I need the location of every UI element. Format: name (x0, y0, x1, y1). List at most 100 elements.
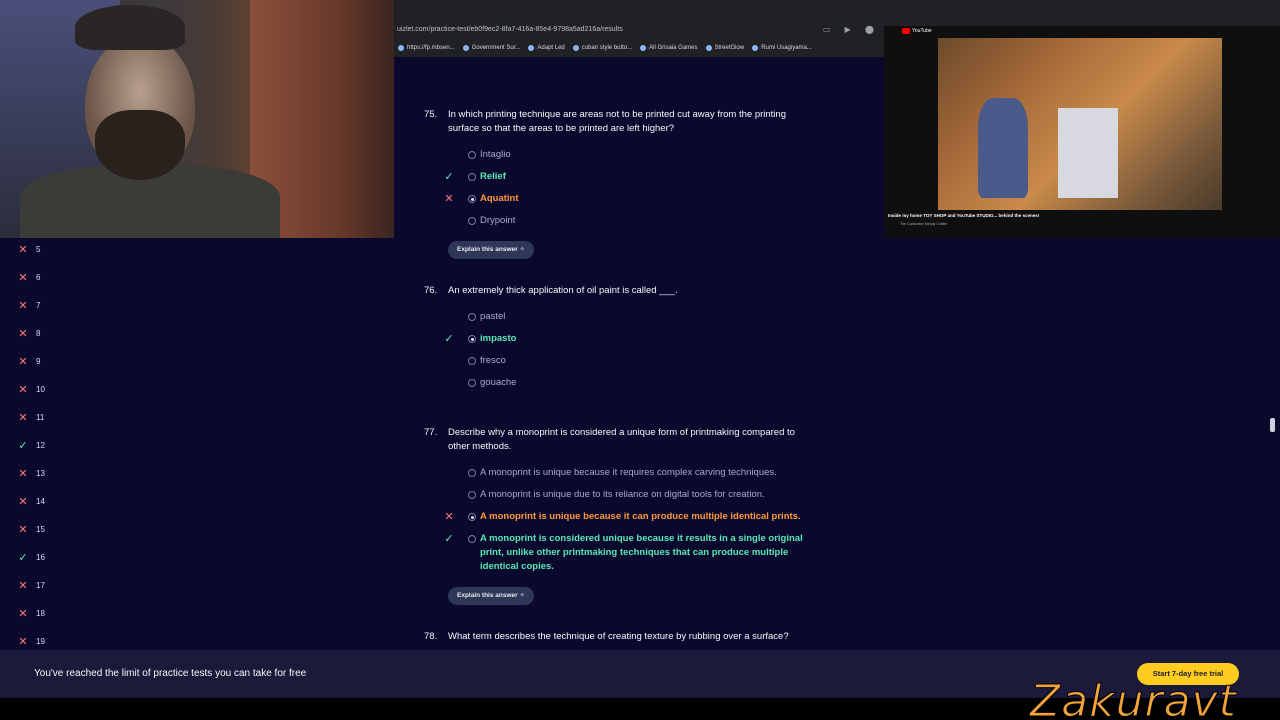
sidebar-question-11[interactable]: ✕ 11 (18, 410, 78, 424)
video-overlay: YouTube Inside my home TOY SHOP and YouT… (884, 0, 1280, 238)
bookmark-item[interactable]: StreetGlow (705, 45, 744, 51)
radio-icon (468, 535, 476, 543)
globe-icon (462, 45, 469, 51)
globe-icon (398, 45, 404, 51)
question-76: 76. An extremely thick application of oi… (424, 284, 824, 388)
sidebar-question-number: 16 (36, 552, 45, 562)
check-icon: ✓ (18, 439, 28, 452)
bookmark-item[interactable]: https://fp.mbsen... (398, 45, 455, 51)
sidebar-question-number: 12 (36, 440, 45, 450)
bookmark-item[interactable]: cuban style butto... (572, 45, 632, 51)
address-bar[interactable]: uizlet.com/practice-test/eb0f9ec2-8fa7-4… (394, 22, 884, 38)
explain-answer-button[interactable]: Explain this answer ✧ (448, 241, 534, 259)
streamer-watermark: Zakuravt (1030, 676, 1237, 720)
explain-answer-button[interactable]: Explain this answer ✧ (448, 587, 534, 605)
check-icon: ✓ (444, 533, 454, 545)
radio-icon (468, 217, 476, 225)
sidebar-question-number: 17 (36, 580, 45, 590)
sidebar-question-number: 9 (36, 356, 41, 366)
question-number: 77. (424, 427, 438, 438)
question-text: Describe why a monoprint is considered a… (448, 427, 795, 452)
radio-icon (468, 173, 476, 181)
sidebar-question-16[interactable]: ✓ 16 (18, 550, 78, 564)
sidebar-question-number: 8 (36, 328, 41, 338)
sidebar-question-12[interactable]: ✓ 12 (18, 438, 78, 452)
question-text: In which printing technique are areas no… (448, 109, 786, 134)
x-icon: ✕ (18, 495, 28, 508)
check-icon: ✓ (444, 333, 454, 345)
sidebar-question-number: 5 (36, 244, 41, 254)
radio-selected-icon (468, 335, 476, 343)
video-player[interactable] (938, 38, 1222, 210)
youtube-logo[interactable]: YouTube (902, 28, 932, 34)
sidebar-question-17[interactable]: ✕ 17 (18, 578, 78, 592)
webcam-overlay (0, 0, 394, 238)
bookmark-item[interactable]: All Grisaia Games (640, 45, 698, 51)
question-number: 75. (424, 109, 438, 120)
globe-icon (640, 45, 647, 51)
question-77: 77. Describe why a monoprint is consider… (424, 426, 824, 605)
sidebar-question-13[interactable]: ✕ 13 (18, 466, 78, 480)
sidebar-question-14[interactable]: ✕ 14 (18, 494, 78, 508)
sidebar-question-number: 13 (36, 468, 45, 478)
radio-icon (468, 491, 476, 499)
globe-icon (528, 45, 535, 51)
question-75: 75. In which printing technique are area… (424, 108, 824, 259)
sidebar-question-5[interactable]: ✕ 5 (18, 242, 78, 256)
video-channel[interactable]: The Corkscrew Steady Crafter (900, 222, 947, 226)
x-icon: ✕ (18, 327, 28, 340)
radio-selected-icon (468, 195, 476, 203)
scrollbar-thumb[interactable] (1270, 418, 1275, 432)
x-icon: ✕ (18, 243, 28, 256)
bookmark-item[interactable]: Rumi Usagiyama... (752, 45, 812, 51)
bookmark-item[interactable]: Government Sur... (462, 45, 520, 51)
x-icon: ✕ (18, 467, 28, 480)
x-icon: ✕ (18, 299, 28, 312)
sidebar-question-6[interactable]: ✕ 6 (18, 270, 78, 284)
sidebar-question-number: 6 (36, 272, 41, 282)
sidebar-question-7[interactable]: ✕ 7 (18, 298, 78, 312)
question-text: What term describes the technique of cre… (448, 631, 789, 642)
question-78: 78. What term describes the technique of… (424, 630, 824, 644)
x-icon: ✕ (18, 523, 28, 536)
radio-icon (468, 379, 476, 387)
sidebar-question-number: 15 (36, 524, 45, 534)
sidebar-question-8[interactable]: ✕ 8 (18, 326, 78, 340)
x-icon: ✕ (18, 355, 28, 368)
sidebar-question-18[interactable]: ✕ 18 (18, 606, 78, 620)
x-icon: ✕ (18, 383, 28, 396)
x-icon: ✕ (18, 635, 28, 648)
x-icon: ✕ (18, 579, 28, 592)
sparkle-icon: ✧ (519, 246, 525, 253)
bookmarks-bar: https://fp.mbsen... Government Sur... Ad… (394, 40, 884, 56)
sidebar-question-10[interactable]: ✕ 10 (18, 382, 78, 396)
bookmark-item[interactable]: Adapt Led (528, 45, 565, 51)
x-icon: ✕ (18, 607, 28, 620)
banner-text: You've reached the limit of practice tes… (34, 668, 307, 679)
globe-icon (705, 45, 712, 51)
check-icon: ✓ (444, 171, 454, 183)
url-text: uizlet.com/practice-test/eb0f9ec2-8fa7-4… (397, 26, 623, 33)
sidebar-question-number: 7 (36, 300, 41, 310)
globe-icon (752, 45, 759, 51)
x-icon: ✕ (18, 271, 28, 284)
sidebar-question-15[interactable]: ✕ 15 (18, 522, 78, 536)
radio-icon (468, 357, 476, 365)
radio-selected-icon (468, 513, 476, 521)
sidebar-question-9[interactable]: ✕ 9 (18, 354, 78, 368)
browser-action-icons[interactable]: ▭ ▶ ⬤ (823, 22, 880, 38)
x-icon: ✕ (18, 411, 28, 424)
sidebar-question-19[interactable]: ✕ 19 (18, 634, 78, 648)
radio-icon (468, 469, 476, 477)
sidebar-question-number: 10 (36, 384, 45, 394)
sidebar-question-number: 14 (36, 496, 45, 506)
sparkle-icon: ✧ (519, 592, 525, 599)
video-browser-bar (884, 0, 1280, 26)
question-text: An extremely thick application of oil pa… (448, 285, 678, 296)
question-number: 78. (424, 631, 438, 642)
radio-icon (468, 313, 476, 321)
globe-icon (572, 45, 579, 51)
sidebar-question-number: 19 (36, 636, 45, 646)
x-icon: ✕ (444, 193, 454, 205)
radio-icon (468, 151, 476, 159)
